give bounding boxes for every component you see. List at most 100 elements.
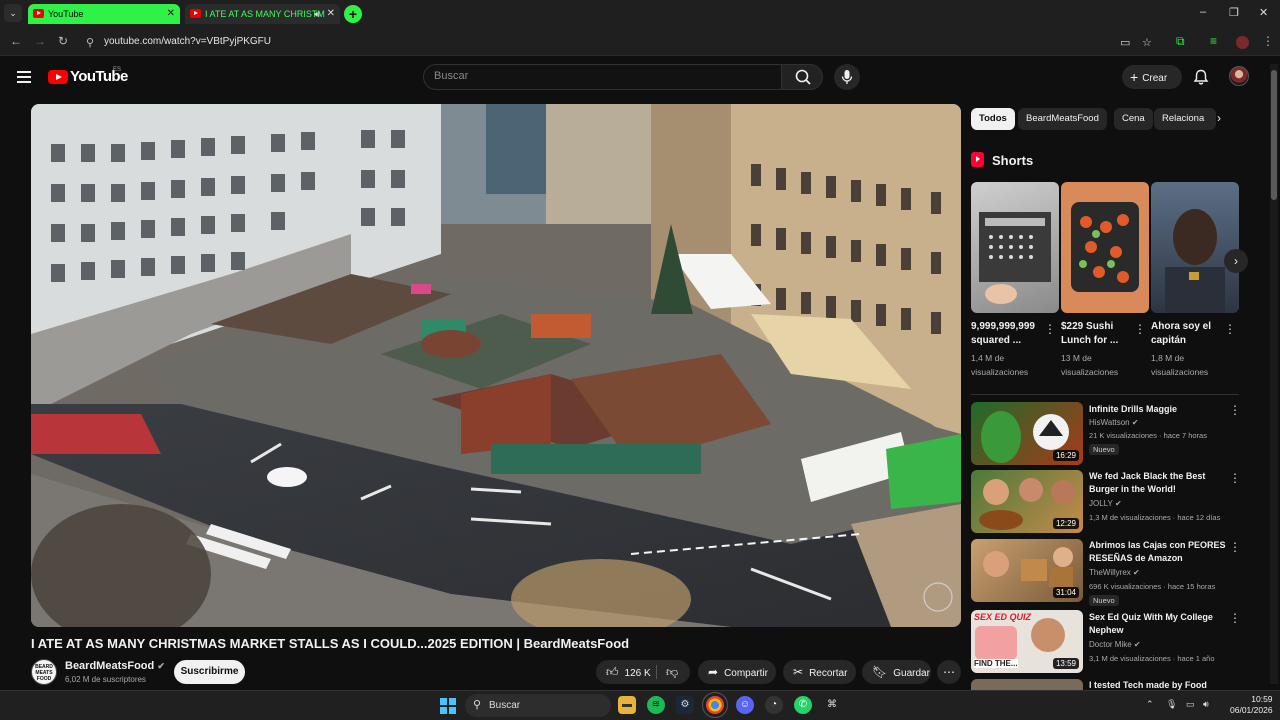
shorts-header: Shorts [971, 152, 1033, 168]
close-tab-icon[interactable]: ✕ [167, 4, 175, 24]
video-options-icon[interactable]: ⋮ [1229, 471, 1241, 485]
chip-cena[interactable]: Cena [1114, 108, 1153, 130]
chevron-right-icon[interactable]: › [1217, 111, 1221, 125]
new-tab-button[interactable]: + [344, 5, 362, 23]
video-channel[interactable]: TheWillyrex ✔ [1089, 568, 1140, 577]
app-icon[interactable]: ◔ [765, 696, 783, 714]
video-duration: 31:04 [1052, 587, 1079, 598]
shorts-next-button[interactable]: › [1224, 249, 1248, 273]
browser-tab-youtube[interactable]: YouTube ✕ [28, 4, 180, 24]
video-title-link[interactable]: I tested Tech made by Food [1089, 679, 1229, 690]
browser-menu-icon[interactable]: ⋮ [1262, 34, 1274, 48]
taskbar-search[interactable]: ⚲ Buscar [465, 694, 611, 717]
short-options-icon[interactable]: ⋮ [1044, 322, 1056, 336]
short-title[interactable]: $229 Sushi Lunch for ... [1061, 320, 1133, 348]
chrome-icon[interactable] [702, 692, 728, 718]
dislike-thumb-icon[interactable]: 👎︎ [666, 660, 678, 684]
video-options-icon[interactable]: ⋮ [1229, 403, 1241, 417]
short-thumbnail[interactable] [971, 182, 1059, 313]
create-button[interactable]: + Crear [1122, 65, 1182, 89]
chip-todos[interactable]: Todos [971, 108, 1015, 130]
search-button[interactable] [781, 64, 823, 90]
url-text[interactable]: youtube.com/watch?v=VBtPyjPKGFU [104, 36, 271, 47]
short-views: 1,8 M de visualizaciones [1151, 353, 1209, 377]
short-views: 1,4 M de visualizaciones [971, 353, 1029, 377]
share-button[interactable]: ➦ Compartir [698, 660, 776, 684]
file-explorer-icon[interactable]: ▬ [618, 696, 636, 714]
notifications-bell-icon[interactable] [1193, 69, 1209, 86]
short-thumbnail[interactable] [1151, 182, 1239, 313]
forward-icon[interactable]: → [34, 34, 46, 48]
video-title-link[interactable]: Sex Ed Quiz With My College Nephew [1089, 611, 1229, 637]
plus-icon: + [1130, 69, 1139, 85]
channel-avatar[interactable]: BEARD MEATS FOOD [31, 659, 57, 685]
chip-beardmeatsfood[interactable]: BeardMeatsFood [1018, 108, 1107, 130]
short-title[interactable]: 9,999,999,999 squared ... [971, 320, 1043, 348]
video-title-link[interactable]: Infinite Drills Maggie [1089, 403, 1229, 416]
address-bar[interactable]: ⚲ youtube.com/watch?v=VBtPyjPKGFU ▭ ☆ [78, 31, 1238, 53]
steam-icon[interactable]: ⚙ [676, 696, 694, 714]
volume-icon[interactable]: 🔊︎ [1203, 699, 1209, 710]
reload-icon[interactable]: ↻ [58, 34, 68, 48]
system-clock[interactable]: 10:59 06/01/2026 [1230, 694, 1273, 716]
video-options-icon[interactable]: ⋮ [1229, 611, 1241, 625]
network-icon[interactable]: ▭ [1186, 699, 1195, 710]
create-label: Crear [1142, 73, 1168, 84]
media-icon[interactable]: ≡ [1210, 34, 1217, 48]
browser-tab-video[interactable]: I ATE AT AS MANY CHRISTM 🔊︎ ✕ [185, 4, 340, 24]
clip-button[interactable]: ✂ Recortar [783, 660, 856, 684]
app-icon[interactable]: ⌘ [823, 696, 841, 714]
microphone-icon [841, 70, 853, 84]
voice-search-button[interactable] [834, 64, 860, 90]
video-thumbnail[interactable]: 12:29 [971, 470, 1083, 533]
subscriber-count: 6,02 M de suscriptores [65, 675, 146, 684]
speaker-icon[interactable]: 🔊︎ [314, 4, 320, 24]
video-channel[interactable]: Doctor Mike ✔ [1089, 640, 1141, 649]
subscribe-button[interactable]: Suscribirme [174, 660, 245, 684]
channel-name[interactable]: BeardMeatsFood ✔ [65, 660, 165, 672]
video-thumbnail[interactable]: 16:29 [971, 402, 1083, 465]
microphone-icon[interactable]: 🎙︎ [1166, 699, 1177, 710]
more-actions-button[interactable]: ⋯ [937, 660, 961, 684]
extensions-icon[interactable]: ⧉ [1176, 34, 1185, 49]
like-thumb-icon[interactable]: 👍︎ [606, 660, 619, 684]
save-button[interactable]: 🔖︎ Guardar [862, 660, 931, 684]
close-tab-icon[interactable]: ✕ [327, 4, 335, 24]
site-info-icon[interactable]: ⚲ [86, 36, 94, 49]
bookmark-star-icon[interactable]: ☆ [1142, 36, 1152, 49]
video-thumbnail[interactable]: SEX ED QUIZ FIND THE... 13:59 [971, 610, 1083, 673]
short-thumbnail[interactable] [1061, 182, 1149, 313]
video-options-icon[interactable]: ⋮ [1229, 540, 1241, 554]
chip-relacionados[interactable]: Relaciona [1154, 108, 1216, 130]
account-avatar[interactable] [1229, 66, 1249, 86]
discord-icon[interactable]: ☺ [736, 696, 754, 714]
profile-icon[interactable] [1236, 36, 1249, 49]
scrollbar-thumb[interactable] [1271, 70, 1277, 200]
video-thumbnail[interactable] [971, 679, 1083, 690]
video-channel[interactable]: JOLLY ✔ [1089, 499, 1122, 508]
short-title[interactable]: Ahora soy el capitán [1151, 320, 1223, 348]
whatsapp-icon[interactable]: ✆ [794, 696, 812, 714]
minimize-icon[interactable]: – [1200, 6, 1206, 18]
video-channel[interactable]: HisWattson ✔ [1089, 418, 1139, 427]
short-options-icon[interactable]: ⋮ [1224, 322, 1236, 336]
tray-chevron-up-icon[interactable]: ⌃ [1146, 699, 1154, 710]
video-thumbnail[interactable]: 31:04 [971, 539, 1083, 602]
shorts-title: Shorts [992, 153, 1034, 168]
video-player[interactable] [31, 104, 961, 627]
tab-search-dropdown[interactable]: ⌄ [4, 4, 22, 22]
search-input[interactable] [434, 70, 754, 82]
video-title-link[interactable]: We fed Jack Black the Best Burger in the… [1089, 470, 1229, 496]
windows-start-icon[interactable] [440, 698, 456, 714]
search-box[interactable] [423, 64, 782, 90]
maximize-icon[interactable]: ❐ [1229, 6, 1239, 19]
short-options-icon[interactable]: ⋮ [1134, 322, 1146, 336]
like-count[interactable]: 126 K [625, 668, 651, 679]
back-icon[interactable]: ← [10, 34, 22, 48]
video-title-link[interactable]: Abrimos las Cajas con PEORES RESEÑAS de … [1089, 539, 1229, 565]
close-window-icon[interactable]: ✕ [1259, 6, 1268, 19]
spotify-icon[interactable]: ≋ [647, 696, 665, 714]
tab-title: I ATE AT AS MANY CHRISTM [205, 9, 325, 19]
hamburger-menu-icon[interactable] [17, 71, 31, 83]
cast-icon[interactable]: ▭ [1120, 36, 1130, 49]
